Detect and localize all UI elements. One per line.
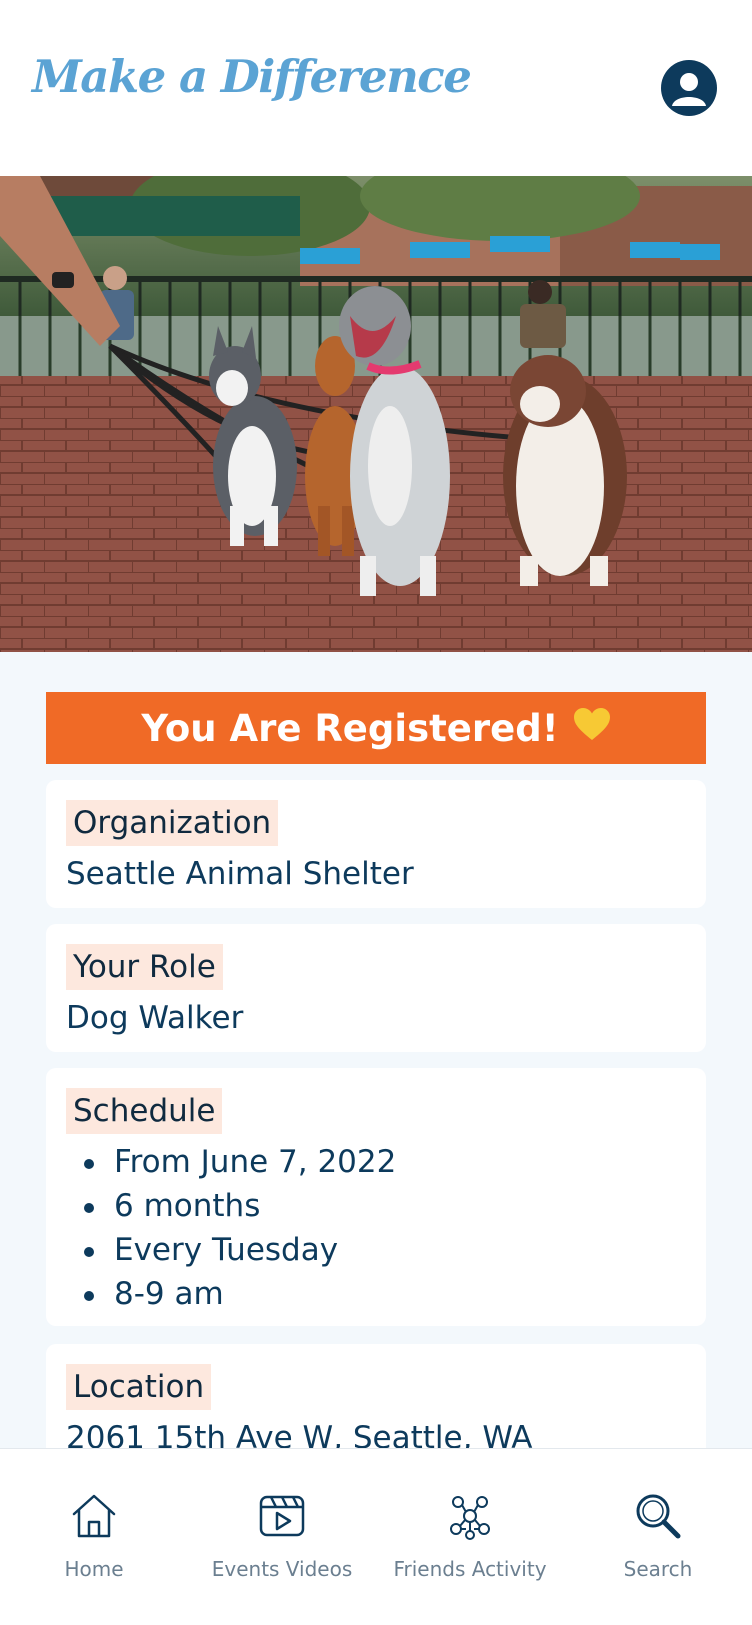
organization-value[interactable]: Seattle Animal Shelter (66, 856, 414, 892)
nav-home-label: Home (64, 1557, 124, 1581)
home-icon (72, 1494, 116, 1538)
nav-events-videos-label: Events Videos (211, 1557, 353, 1581)
yellow-heart-icon (573, 707, 611, 750)
organization-label: Organization (66, 800, 279, 846)
role-value: Dog Walker (66, 1000, 244, 1036)
bottom-navigation: Home Events Videos Friends Activity Sear… (0, 1448, 752, 1625)
schedule-item: From June 7, 2022 (66, 1140, 396, 1184)
search-icon (636, 1494, 681, 1539)
banner-text: You Are Registered! (141, 706, 559, 750)
user-avatar-icon[interactable] (661, 60, 717, 116)
nav-events-videos[interactable]: Events Videos (188, 1491, 376, 1581)
schedule-item: Every Tuesday (66, 1228, 396, 1272)
schedule-label: Schedule (66, 1088, 223, 1134)
nav-friends-activity-label: Friends Activity (393, 1557, 547, 1581)
nav-home[interactable]: Home (0, 1491, 188, 1581)
organization-card: Organization Seattle Animal Shelter (46, 780, 706, 908)
nav-search-label: Search (623, 1557, 693, 1581)
role-label: Your Role (66, 944, 223, 990)
nav-search[interactable]: Search (564, 1491, 752, 1581)
role-card: Your Role Dog Walker (46, 924, 706, 1052)
schedule-item: 6 months (66, 1184, 396, 1228)
video-icon (259, 1495, 305, 1537)
schedule-list: From June 7, 2022 6 months Every Tuesday… (66, 1140, 396, 1316)
nav-friends-activity[interactable]: Friends Activity (376, 1491, 564, 1581)
schedule-card: Schedule From June 7, 2022 6 months Ever… (46, 1068, 706, 1326)
schedule-item: 8-9 am (66, 1272, 396, 1316)
network-icon (450, 1496, 490, 1540)
brand-logo[interactable]: Make a Difference (32, 50, 472, 103)
registration-banner: You Are Registered! (46, 692, 706, 764)
hero-photo (0, 176, 752, 652)
location-label: Location (66, 1364, 212, 1410)
app-header: Make a Difference (0, 0, 752, 176)
